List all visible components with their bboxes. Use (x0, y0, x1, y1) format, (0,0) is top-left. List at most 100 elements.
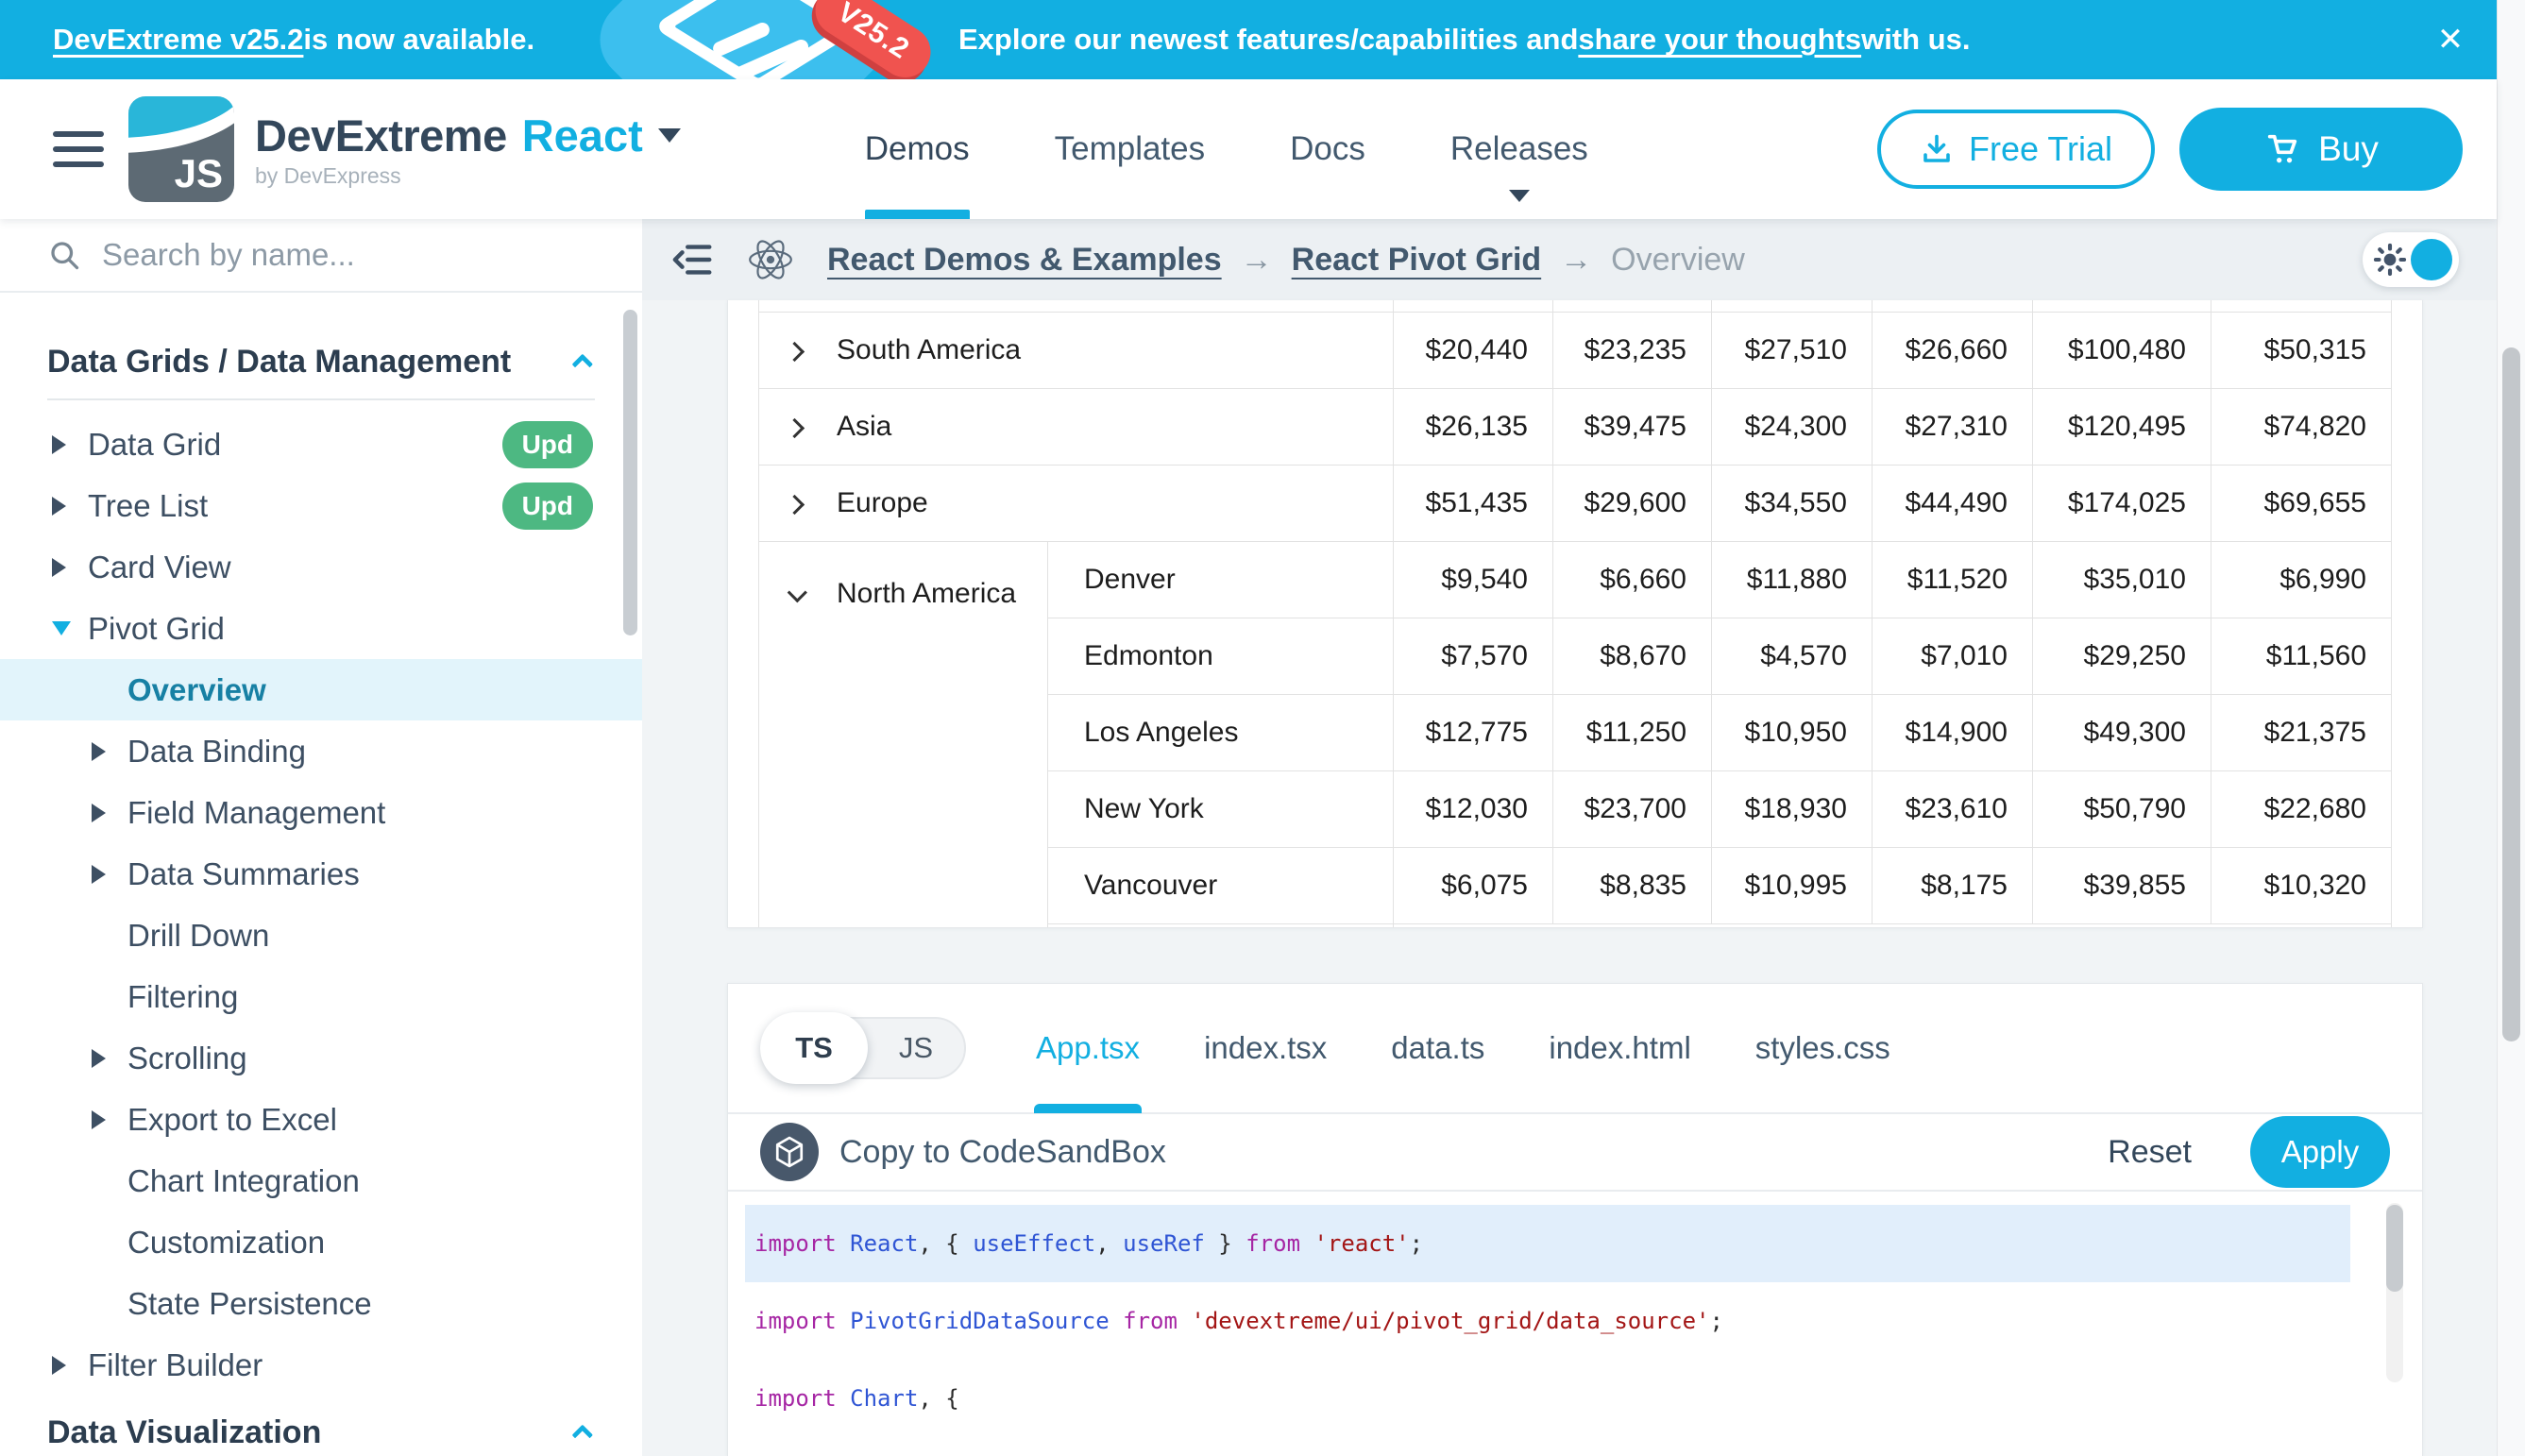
chevron-down-icon (52, 621, 88, 635)
pivot-region-cell-asia[interactable]: Asia (759, 389, 1394, 466)
code-scrollbar (2386, 1203, 2403, 1382)
devextreme-logo[interactable]: JS (128, 96, 234, 202)
free-trial-button[interactable]: Free Trial (1877, 110, 2155, 189)
sidebar-item-card-view[interactable]: Card View (0, 536, 642, 598)
code-editor[interactable]: import React, { useEffect, useRef } from… (728, 1192, 2422, 1437)
pivot-city-cell-new-york[interactable]: New York (1048, 771, 1394, 848)
expand-chevron-icon[interactable] (788, 334, 837, 366)
sidebar-item-overview[interactable]: Overview (0, 659, 642, 720)
theme-toggle[interactable] (2363, 232, 2459, 287)
sidebar-item-export-to-excel[interactable]: Export to Excel (0, 1089, 642, 1150)
pivot-value-cell: $100,480 (2033, 313, 2211, 389)
pivot-region-label: North America (837, 578, 1016, 609)
pivot-value-cell: $24,300 (1712, 389, 1873, 466)
download-icon (1920, 132, 1954, 166)
apply-button[interactable]: Apply (2250, 1116, 2390, 1188)
sidebar-item-drill-down[interactable]: Drill Down (0, 905, 642, 966)
buy-button[interactable]: Buy (2179, 108, 2463, 191)
pivot-grid: South America$20,440$23,235$27,510$26,66… (758, 300, 2392, 928)
page-scrollbar-thumb[interactable] (2502, 347, 2520, 1041)
pivot-value-cell: $21,375 (2211, 695, 2392, 771)
pivot-region-label: South America (837, 334, 1021, 365)
nav-item-templates[interactable]: Templates (1012, 79, 1248, 219)
sidebar-item-customization[interactable]: Customization (0, 1211, 642, 1273)
sidebar-item-state-persistence[interactable]: State Persistence (0, 1273, 642, 1334)
theme-toggle-knob[interactable] (2411, 239, 2452, 280)
banner-close-icon[interactable]: ✕ (2417, 0, 2483, 79)
sidebar-item-tree-list[interactable]: Tree ListUpd (0, 475, 642, 536)
pivot-value-cell: $10,950 (1712, 695, 1873, 771)
copy-to-codesandbox-label[interactable]: Copy to CodeSandBox (839, 1134, 1166, 1171)
pivot-value-cell: $10,995 (1712, 848, 1873, 924)
banner-version-link[interactable]: DevExtreme v25.2 (53, 23, 303, 57)
sidebar-item-data-binding[interactable]: Data Binding (0, 720, 642, 782)
sidebar-item-filter-builder[interactable]: Filter Builder (0, 1334, 642, 1396)
tab-index-html[interactable]: index.html (1517, 983, 1722, 1113)
code-scrollbar-thumb[interactable] (2386, 1205, 2403, 1292)
framework-selector[interactable]: React (522, 110, 643, 161)
pivot-row-europe: Europe$51,435$29,600$34,550$44,490$174,0… (759, 466, 2392, 542)
code-line-3[interactable]: import Chart, { (745, 1360, 2365, 1437)
search-input[interactable] (102, 237, 555, 273)
code-file-tabs: App.tsxindex.tsxdata.tsindex.htmlstyles.… (1004, 983, 1923, 1113)
pivot-city-cell-denver[interactable]: Denver (1048, 542, 1394, 618)
pivot-row-asia: Asia$26,135$39,475$24,300$27,310$120,495… (759, 389, 2392, 466)
pivot-city-cell-los-angeles[interactable]: Los Angeles (1048, 695, 1394, 771)
sidebar-group-data-visualization[interactable]: Data Visualization (0, 1396, 642, 1456)
pivot-value-cell: $7,010 (1873, 618, 2033, 695)
nav-caret-icon (1509, 190, 1530, 202)
pivot-region-cell-europe[interactable]: Europe (759, 466, 1394, 542)
collapse-chevron-icon[interactable] (788, 578, 837, 610)
sidebar-group-data-grids-data-management[interactable]: Data Grids / Data Management (0, 325, 642, 398)
pivot-region-cell-north-america[interactable]: North America (759, 542, 1048, 929)
pivot-region-cell-south-america[interactable]: South America (759, 313, 1394, 389)
collapse-sidebar-icon[interactable] (667, 233, 720, 286)
breadcrumb-overview: Overview (1611, 242, 1745, 279)
sidebar-groups: Data Grids / Data Management Data GridUpd… (0, 293, 642, 1456)
tab-index-tsx[interactable]: index.tsx (1172, 983, 1359, 1113)
expand-chevron-icon[interactable] (788, 487, 837, 519)
code-line-1[interactable]: import React, { useEffect, useRef } from… (745, 1205, 2350, 1282)
reset-button[interactable]: Reset (2108, 1134, 2192, 1171)
sidebar-item-data-summaries[interactable]: Data Summaries (0, 843, 642, 905)
sidebar-scrollbar[interactable] (623, 310, 637, 635)
nav-item-docs[interactable]: Docs (1247, 79, 1408, 219)
breadcrumb-react-demos-examples[interactable]: React Demos & Examples (827, 242, 1222, 279)
hamburger-menu-icon[interactable] (53, 128, 104, 170)
chevron-right-icon (52, 497, 88, 516)
sidebar-item-pivot-grid[interactable]: Pivot Grid (0, 598, 642, 659)
sidebar-item-field-management[interactable]: Field Management (0, 782, 642, 843)
pivot-value-cell: $39,855 (2033, 848, 2211, 924)
nav-item-demos[interactable]: Demos (822, 79, 1012, 219)
sidebar-group-title: Data Grids / Data Management (47, 344, 511, 381)
framework-caret-icon[interactable] (658, 128, 681, 143)
tab-styles-css[interactable]: styles.css (1723, 983, 1923, 1113)
lang-option-js[interactable]: JS (868, 1031, 964, 1065)
sidebar-item-data-grid[interactable]: Data GridUpd (0, 414, 642, 475)
nav-item-releases[interactable]: Releases (1408, 79, 1631, 219)
codesandbox-icon[interactable] (760, 1123, 819, 1181)
banner-version-text: DevExtreme v25.2 is now available. (53, 0, 534, 79)
pivot-value-cell: $8,835 (1553, 848, 1712, 924)
pivot-row-denver: North AmericaDenver$9,540$6,660$11,880$1… (759, 542, 2392, 618)
sidebar-item-filtering[interactable]: Filtering (0, 966, 642, 1027)
brand-block: DevExtreme React by DevExpress (255, 110, 681, 189)
code-line-2[interactable]: import PivotGridDataSource from 'devextr… (745, 1282, 2365, 1360)
expand-chevron-icon[interactable] (788, 411, 837, 443)
pivot-city-cell-edmonton[interactable]: Edmonton (1048, 618, 1394, 695)
chevron-right-icon (92, 1110, 127, 1129)
pivot-value-cell: $8,670 (1553, 618, 1712, 695)
chevron-right-icon (52, 1356, 88, 1375)
sidebar-item-label: Tree List (88, 488, 208, 524)
tab-data-ts[interactable]: data.ts (1359, 983, 1517, 1113)
active-tab-underline (1034, 1104, 1142, 1113)
tab-app-tsx[interactable]: App.tsx (1004, 983, 1172, 1113)
lang-option-ts[interactable]: TS (760, 1012, 868, 1084)
upd-badge: Upd (502, 421, 593, 468)
breadcrumb-react-pivot-grid[interactable]: React Pivot Grid (1292, 242, 1542, 279)
share-your-thoughts-link[interactable]: share your thoughts (1578, 23, 1861, 57)
sidebar-item-scrolling[interactable]: Scrolling (0, 1027, 642, 1089)
pivot-city-cell-vancouver[interactable]: Vancouver (1048, 848, 1394, 924)
language-toggle[interactable]: TS JS (760, 1017, 966, 1079)
sidebar-item-chart-integration[interactable]: Chart Integration (0, 1150, 642, 1211)
